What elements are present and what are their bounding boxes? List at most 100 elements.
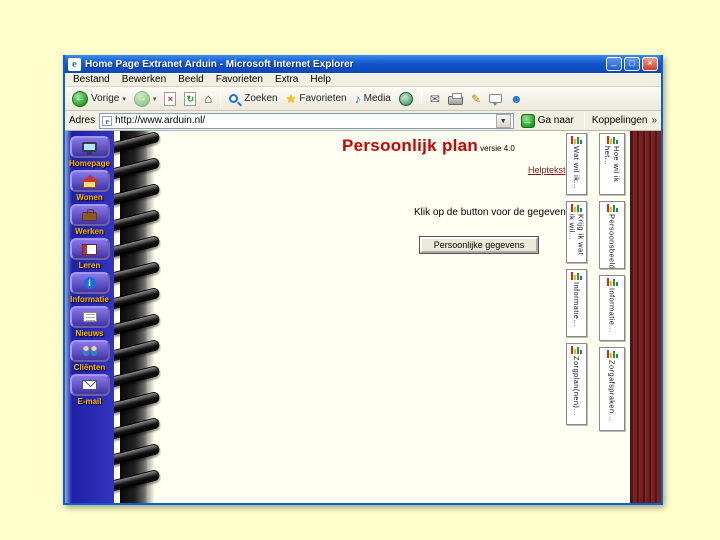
toolbar-separator bbox=[420, 89, 422, 108]
persoonlijke-gegevens-button[interactable]: Persoonlijke gegevens bbox=[419, 236, 539, 254]
menu-beeld[interactable]: Beeld bbox=[172, 74, 210, 86]
window-title: Home Page Extranet Arduin - Microsoft In… bbox=[85, 58, 354, 70]
sidebar-item-label: Informatie bbox=[70, 295, 109, 304]
sidebar-item-label: Nieuws bbox=[75, 329, 104, 338]
notebook-cover-strip bbox=[630, 131, 661, 503]
menu-favorieten[interactable]: Favorieten bbox=[210, 74, 269, 86]
page-version: versie 4.0 bbox=[480, 144, 515, 153]
favorites-label: Favorieten bbox=[299, 93, 347, 104]
tab-zorgafspraken[interactable]: Zorgafspraken... bbox=[599, 347, 625, 431]
tab-informatie-1[interactable]: Informatie... bbox=[566, 269, 587, 337]
edit-button[interactable] bbox=[468, 91, 484, 107]
sidebar-item-label: Wonen bbox=[76, 193, 103, 202]
messenger-button[interactable] bbox=[507, 91, 526, 107]
sidebar-item-label: Homepage bbox=[69, 159, 110, 168]
tab-column-inner: Wat wil ik... Krijg ik wat ik wil... Inf… bbox=[566, 133, 587, 425]
address-dropdown-icon[interactable] bbox=[495, 113, 511, 128]
book-icon bbox=[82, 243, 97, 255]
tab-column-outer: Hoe wil ik het... Persoonsbeeld... Infor… bbox=[599, 133, 625, 431]
title-bar[interactable]: Home Page Extranet Arduin - Microsoft In… bbox=[65, 55, 661, 73]
tab-informatie-2[interactable]: Informatie... bbox=[599, 275, 625, 341]
toolbar: Vorige ▾ ▾ Zoeken Favorieten Media bbox=[65, 87, 661, 111]
tab-chart-icon bbox=[571, 346, 582, 354]
sidebar-item-label: Werken bbox=[75, 227, 104, 236]
mail-icon bbox=[430, 92, 440, 106]
internet-explorer-icon bbox=[68, 57, 81, 71]
address-url[interactable]: http://www.arduin.nl/ bbox=[115, 115, 493, 126]
tab-hoe-wil-ik-het[interactable]: Hoe wil ik het... bbox=[599, 133, 625, 195]
menu-bewerken[interactable]: Bewerken bbox=[116, 74, 172, 86]
print-icon bbox=[447, 93, 463, 105]
mail-button[interactable] bbox=[427, 91, 443, 107]
help-link[interactable]: Helptekst bbox=[528, 165, 566, 175]
menu-bestand[interactable]: Bestand bbox=[67, 74, 116, 86]
back-dropdown-icon[interactable]: ▾ bbox=[122, 95, 126, 103]
tab-label: Informatie... bbox=[607, 288, 617, 333]
menu-bar: Bestand Bewerken Beeld Favorieten Extra … bbox=[65, 73, 661, 87]
stop-button[interactable] bbox=[161, 91, 179, 107]
sidebar-item-informatie[interactable]: Informatie bbox=[65, 272, 114, 304]
discuss-button[interactable] bbox=[486, 93, 505, 106]
people-icon bbox=[82, 345, 98, 357]
forward-icon bbox=[133, 90, 150, 107]
refresh-button[interactable] bbox=[181, 91, 199, 107]
sidebar-item-leren[interactable]: Leren bbox=[65, 238, 114, 270]
tab-wat-wil-ik[interactable]: Wat wil ik... bbox=[566, 133, 587, 195]
media-icon bbox=[355, 92, 361, 106]
print-button[interactable] bbox=[445, 91, 466, 106]
links-chevron-icon[interactable]: » bbox=[651, 115, 657, 126]
tab-krijg-ik-wat-ik-wil[interactable]: Krijg ik wat ik wil... bbox=[566, 201, 587, 263]
forward-button[interactable]: ▾ bbox=[131, 90, 160, 108]
home-button[interactable] bbox=[201, 91, 215, 107]
window-controls bbox=[606, 57, 658, 71]
favorites-button[interactable]: Favorieten bbox=[283, 91, 350, 107]
computer-icon bbox=[82, 142, 97, 155]
menu-help[interactable]: Help bbox=[304, 74, 337, 86]
address-input[interactable]: http://www.arduin.nl/ bbox=[99, 112, 514, 129]
media-button[interactable]: Media bbox=[352, 91, 394, 107]
minimize-button[interactable] bbox=[606, 57, 622, 71]
page-heading: Persoonlijk plan versie 4.0 bbox=[342, 136, 515, 156]
history-button[interactable] bbox=[396, 91, 416, 107]
addressbar-separator bbox=[583, 111, 585, 130]
sidebar-item-label: Leren bbox=[78, 261, 101, 270]
discuss-icon bbox=[489, 94, 502, 106]
search-button[interactable]: Zoeken bbox=[226, 92, 280, 105]
links-label[interactable]: Koppelingen bbox=[592, 115, 648, 126]
maximize-button[interactable] bbox=[624, 57, 640, 71]
tab-persoonsbeeld[interactable]: Persoonsbeeld... bbox=[599, 201, 625, 269]
address-label: Adres bbox=[69, 115, 96, 126]
envelope-icon bbox=[82, 380, 97, 390]
instruction-text: Klik op de button voor de gegevens! bbox=[414, 207, 574, 218]
site-sidebar: Homepage Wonen Werken Leren Informatie N… bbox=[65, 131, 114, 503]
tab-chart-icon bbox=[571, 136, 582, 144]
tab-label: Zorgafspraken... bbox=[607, 360, 617, 422]
tab-chart-icon bbox=[606, 278, 618, 286]
tab-label: Zorgplan(nen)... bbox=[572, 356, 581, 416]
edit-icon bbox=[471, 92, 481, 106]
go-label: Ga naar bbox=[537, 115, 574, 126]
house-icon bbox=[81, 174, 99, 188]
sidebar-item-nieuws[interactable]: Nieuws bbox=[65, 306, 114, 338]
back-button[interactable]: Vorige ▾ bbox=[69, 90, 129, 108]
favorites-star-icon bbox=[286, 92, 297, 106]
close-button[interactable] bbox=[642, 57, 658, 71]
sidebar-item-clienten[interactable]: Cliënten bbox=[65, 340, 114, 372]
page-title: Persoonlijk plan bbox=[342, 136, 479, 155]
sidebar-item-homepage[interactable]: Homepage bbox=[65, 136, 114, 168]
sidebar-item-werken[interactable]: Werken bbox=[65, 204, 114, 236]
notebook-page: Persoonlijk plan versie 4.0 Helptekst Kli… bbox=[114, 131, 661, 503]
home-icon bbox=[204, 92, 212, 106]
tab-chart-icon bbox=[606, 350, 618, 358]
search-label: Zoeken bbox=[244, 93, 278, 104]
sidebar-item-email[interactable]: E-mail bbox=[65, 374, 114, 406]
back-label: Vorige bbox=[91, 93, 120, 104]
sidebar-item-label: Cliënten bbox=[73, 363, 106, 372]
go-button[interactable]: Ga naar bbox=[518, 113, 577, 129]
tab-chart-icon bbox=[606, 204, 618, 212]
menu-extra[interactable]: Extra bbox=[269, 74, 304, 86]
tab-zorgplan[interactable]: Zorgplan(nen)... bbox=[566, 343, 587, 425]
forward-dropdown-icon[interactable]: ▾ bbox=[153, 95, 157, 103]
sidebar-item-wonen[interactable]: Wonen bbox=[65, 170, 114, 202]
tab-label: Wat wil ik... bbox=[572, 146, 581, 189]
